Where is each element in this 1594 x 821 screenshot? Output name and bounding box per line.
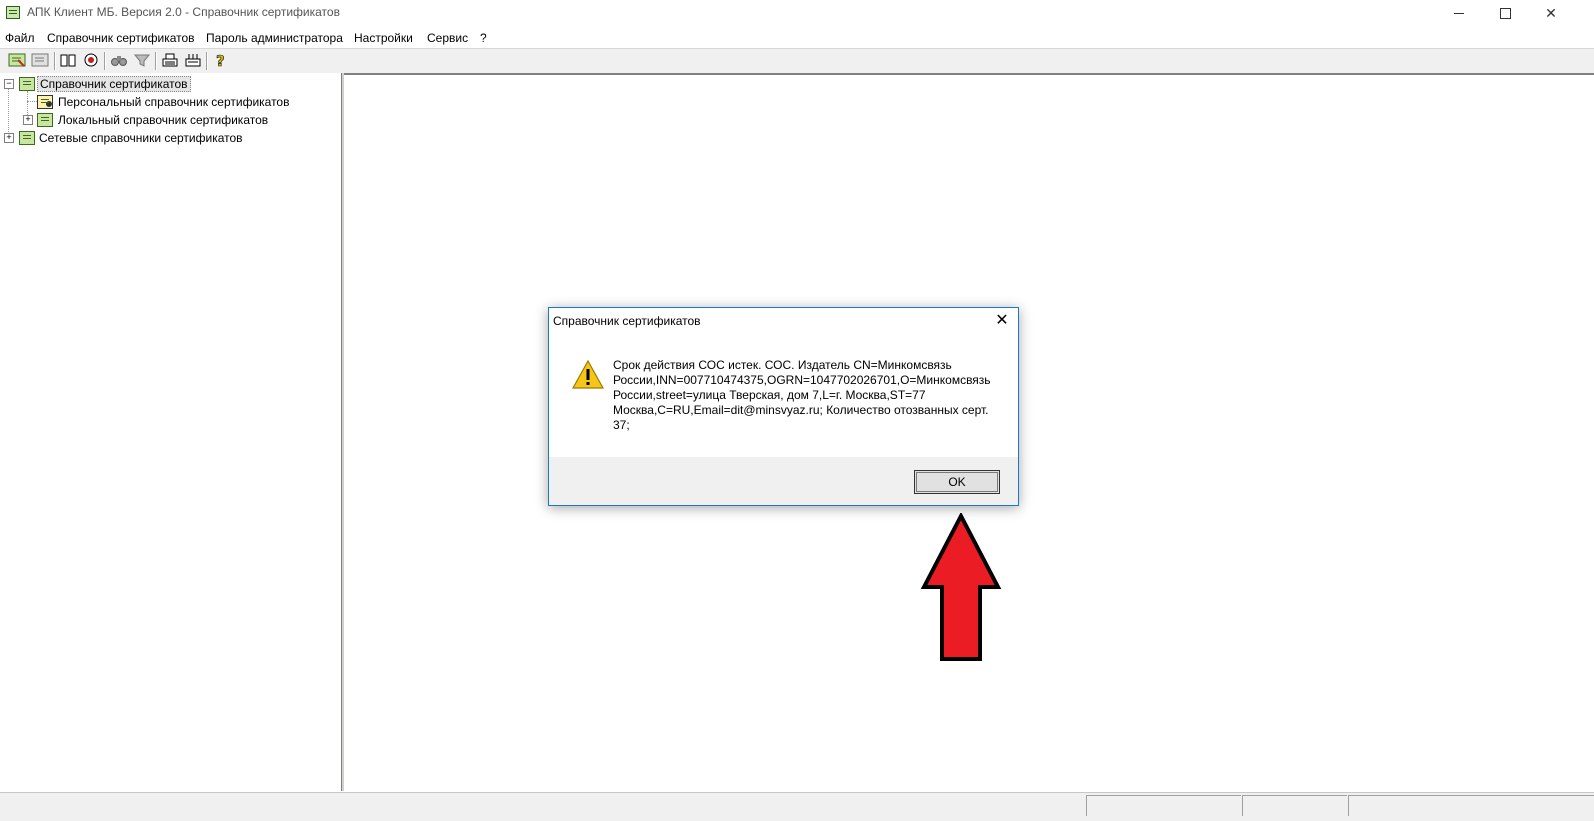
tree-item-personal-directory[interactable]: Персональный справочник сертификатов [0, 93, 341, 111]
window-title: АПК Клиент МБ. Версия 2.0 - Справочник с… [27, 5, 340, 19]
tree-item-local-directory[interactable]: + Локальный справочник сертификатов [0, 111, 341, 129]
tree-item-label: Справочник сертификатов [37, 76, 191, 92]
print-icon[interactable] [161, 52, 179, 68]
menu-bar: Файл Справочник сертификатов Пароль адми… [0, 28, 1594, 48]
toolbar-separator [155, 52, 157, 70]
tree-item-network-directories[interactable]: + Сетевые справочники сертификатов [0, 129, 341, 147]
close-icon: ✕ [1545, 4, 1557, 21]
cert-properties-icon[interactable] [31, 52, 49, 68]
maximize-button[interactable] [1482, 0, 1528, 26]
network-certificate-icon [19, 131, 35, 145]
book-icon[interactable] [59, 52, 77, 68]
menu-service[interactable]: Сервис [427, 31, 468, 45]
cert-revoke-icon[interactable] [82, 52, 100, 68]
menu-help[interactable]: ? [480, 31, 487, 45]
tree-item-label: Сетевые справочники сертификатов [39, 131, 243, 145]
certificate-folder-icon [19, 77, 35, 91]
dialog-footer: OK [549, 457, 1018, 505]
personal-certificate-icon [37, 95, 53, 109]
warning-icon [572, 360, 604, 389]
close-button[interactable]: ✕ [1528, 0, 1574, 26]
svg-text:?: ? [216, 52, 225, 68]
dialog-title: Справочник сертификатов [553, 314, 701, 328]
tree-item-label: Персональный справочник сертификатов [58, 95, 290, 109]
certificate-app-icon [6, 6, 20, 19]
print-preview-icon[interactable] [184, 52, 202, 68]
status-panel [1086, 795, 1241, 816]
certificate-tree: − Справочник сертификатов Персональный с… [0, 73, 341, 791]
window-titlebar: АПК Клиент МБ. Версия 2.0 - Справочник с… [0, 0, 1594, 26]
toolbar: ? [0, 48, 1594, 73]
menu-certificate-directory[interactable]: Справочник сертификатов [47, 31, 195, 45]
expand-icon[interactable]: + [4, 133, 14, 143]
status-panel [1348, 795, 1594, 816]
collapse-icon[interactable]: − [4, 79, 14, 89]
toolbar-separator [206, 52, 208, 70]
minimize-icon [1454, 12, 1464, 14]
menu-settings[interactable]: Настройки [354, 31, 413, 45]
dialog-close-button[interactable]: ✕ [988, 309, 1016, 331]
toolbar-separator [104, 52, 106, 70]
filter-icon[interactable] [133, 52, 151, 68]
menu-file[interactable]: Файл [5, 31, 35, 45]
ok-button[interactable]: OK [914, 470, 1000, 494]
annotation-arrow-icon [920, 513, 1002, 661]
message-dialog: Справочник сертификатов ✕ Срок действия … [548, 307, 1019, 506]
dialog-message: Срок действия СОС истек. СОС. Издатель C… [613, 358, 991, 432]
help-icon[interactable]: ? [212, 52, 230, 71]
minimize-button[interactable] [1436, 0, 1482, 26]
status-panel [1242, 795, 1347, 816]
close-icon: ✕ [995, 312, 1009, 329]
toolbar-separator [54, 52, 56, 70]
menu-admin-password[interactable]: Пароль администратора [206, 31, 343, 45]
tree-item-label: Локальный справочник сертификатов [58, 113, 269, 127]
cert-open-icon[interactable] [8, 52, 26, 68]
expand-icon[interactable]: + [23, 115, 33, 125]
status-bar [0, 792, 1594, 821]
tree-item-certificate-directory[interactable]: − Справочник сертификатов [0, 75, 341, 93]
binoculars-icon[interactable] [110, 52, 128, 68]
certificate-folder-icon [37, 113, 53, 127]
maximize-icon [1499, 7, 1511, 19]
